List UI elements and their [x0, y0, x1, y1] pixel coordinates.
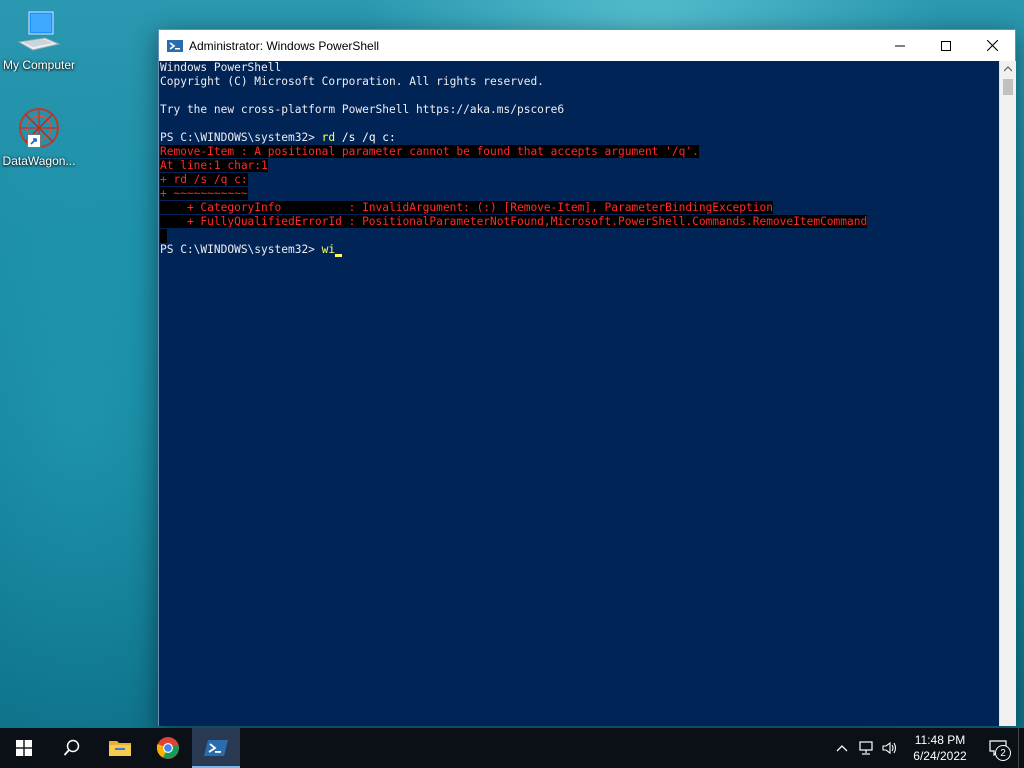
desktop-icon-datawagon[interactable]: DataWagon...	[0, 104, 78, 168]
desktop-icon-label: DataWagon...	[2, 154, 76, 168]
start-button[interactable]	[0, 728, 48, 768]
maximize-icon	[941, 40, 951, 51]
error-text: + ~~~~~~~~~~~	[160, 187, 248, 200]
folder-icon	[109, 741, 131, 756]
console-line: Copyright (C) Microsoft Corporation. All…	[160, 75, 544, 88]
error-line: At line:1 char:1	[160, 159, 999, 173]
taskbar-clock[interactable]: 11:48 PM 6/24/2022	[902, 732, 978, 764]
clock-time: 11:48 PM	[914, 733, 966, 747]
error-text: + rd /s /q c:	[160, 173, 248, 186]
command-args: /s /q c:	[335, 131, 396, 144]
notification-count-badge: 2	[995, 745, 1011, 761]
clock-date: 6/24/2022	[913, 749, 967, 763]
error-block-end	[160, 229, 167, 243]
chrome-icon	[156, 737, 179, 759]
close-icon	[986, 40, 998, 51]
search-button[interactable]	[48, 728, 96, 768]
close-button[interactable]	[969, 30, 1015, 61]
error-text: At line:1 char:1	[160, 159, 268, 172]
powershell-icon	[204, 740, 228, 756]
vertical-scrollbar[interactable]	[999, 61, 1016, 726]
network-icon	[859, 741, 873, 755]
window-title: Administrator: Windows PowerShell	[189, 38, 380, 53]
desktop-icon-label: My Computer	[2, 58, 76, 72]
error-line: Remove-Item : A positional parameter can…	[160, 145, 999, 159]
taskbar-file-explorer[interactable]	[96, 728, 144, 768]
taskbar-chrome[interactable]	[144, 728, 192, 768]
powershell-window[interactable]: Administrator: Windows PowerShell Window…	[158, 29, 1016, 726]
console-command-line: PS C:\WINDOWS\system32> rd /s /q c:	[160, 131, 999, 145]
prompt: PS C:\WINDOWS\system32>	[160, 243, 322, 256]
error-line: + FullyQualifiedErrorId : PositionalPara…	[160, 215, 999, 229]
network-button[interactable]	[854, 728, 878, 768]
action-center-button[interactable]: 2	[978, 728, 1018, 768]
speaker-icon	[882, 741, 897, 755]
error-line: + CategoryInfo : InvalidArgument: (:) [R…	[160, 201, 999, 215]
text-cursor	[335, 254, 343, 257]
console-input-line[interactable]: PS C:\WINDOWS\system32> wi	[160, 243, 999, 257]
prompt: PS C:\WINDOWS\system32>	[160, 131, 322, 144]
title-bar[interactable]: Administrator: Windows PowerShell	[159, 30, 1015, 61]
shortcut-arrow-icon	[27, 134, 41, 148]
windows-logo-icon	[16, 740, 32, 756]
chevron-up-icon	[1004, 66, 1012, 72]
error-line: + ~~~~~~~~~~~	[160, 187, 999, 201]
desktop-icon-my-computer[interactable]: My Computer	[0, 8, 78, 72]
taskbar: 11:48 PM 6/24/2022 2	[0, 728, 1024, 768]
scroll-up-button[interactable]	[1000, 61, 1016, 77]
show-hidden-icons-button[interactable]	[830, 728, 854, 768]
console-line	[160, 229, 999, 243]
taskbar-powershell[interactable]	[192, 728, 240, 768]
console-line: Try the new cross-platform PowerShell ht…	[160, 103, 565, 116]
computer-icon	[17, 11, 61, 51]
command-name: rd	[321, 131, 336, 144]
scrollbar-thumb[interactable]	[1003, 79, 1013, 95]
powershell-icon	[167, 39, 183, 52]
chevron-up-icon	[836, 745, 848, 752]
minimize-button[interactable]	[877, 30, 923, 61]
error-text: + CategoryInfo : InvalidArgument: (:) [R…	[160, 201, 773, 214]
error-text: Remove-Item : A positional parameter can…	[160, 145, 699, 158]
search-icon	[63, 739, 80, 756]
error-line: + rd /s /q c:	[160, 173, 999, 187]
show-desktop-button[interactable]	[1018, 728, 1024, 768]
system-tray: 11:48 PM 6/24/2022 2	[830, 728, 1024, 768]
maximize-button[interactable]	[923, 30, 969, 61]
typed-input[interactable]: wi	[322, 243, 335, 256]
console-output[interactable]: Windows PowerShell Copyright (C) Microso…	[159, 61, 999, 726]
console-line: Windows PowerShell	[160, 61, 282, 74]
volume-button[interactable]	[878, 728, 902, 768]
error-text: + FullyQualifiedErrorId : PositionalPara…	[160, 215, 868, 228]
minimize-icon	[895, 45, 905, 46]
